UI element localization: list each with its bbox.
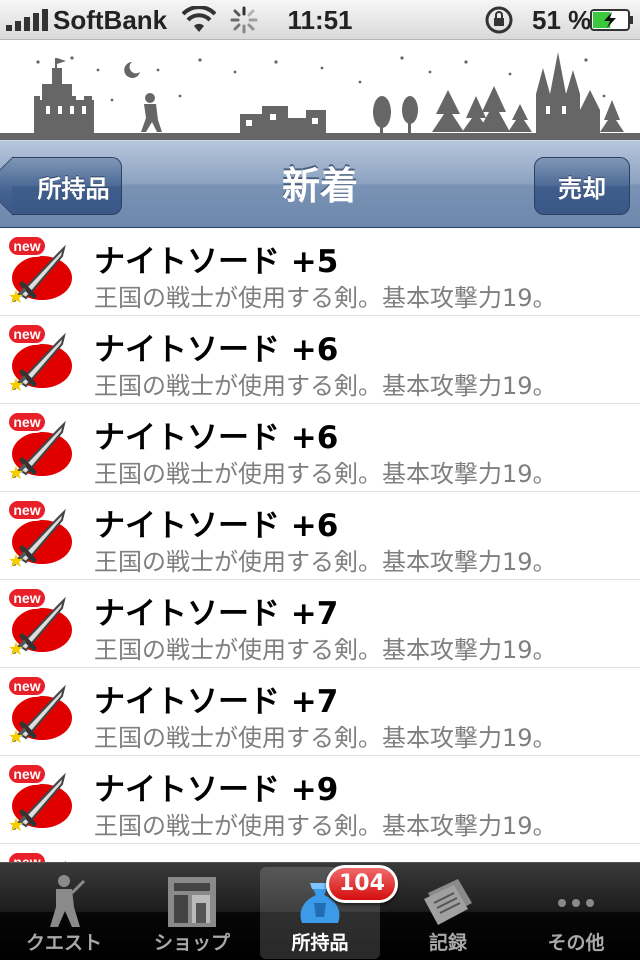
battery-charging-icon	[590, 9, 633, 31]
new-badge-text: new	[13, 238, 40, 254]
item-description: 王国の戦士が使用する剣。基本攻撃力19。	[94, 636, 557, 664]
tab-more[interactable]: その他	[516, 867, 636, 959]
navigation-bar: 所持品 新着 売却	[0, 140, 640, 228]
rotation-lock-icon	[485, 6, 513, 34]
sword-item-icon: new	[7, 587, 72, 655]
item-name: ナイトソード +6	[94, 420, 339, 456]
item-name: ナイトソード +9	[94, 772, 339, 808]
list-item[interactable]: new ナイトソード +7 王国の戦士が使用する剣。基本攻撃力19。	[0, 580, 640, 668]
item-description: 王国の戦士が使用する剣。基本攻撃力19。	[94, 548, 557, 576]
tab-label: その他	[547, 932, 605, 954]
item-description: 王国の戦士が使用する剣。基本攻撃力19。	[94, 284, 557, 312]
tab-quest[interactable]: クエスト	[4, 867, 124, 959]
tab-inventory[interactable]: 104 所持品	[260, 865, 398, 959]
item-description: 王国の戦士が使用する剣。基本攻撃力19。	[94, 812, 557, 840]
list-item[interactable]: new ナイトソード +6 王国の戦士が使用する剣。基本攻撃力19。	[0, 316, 640, 404]
tab-label: 所持品	[291, 932, 349, 954]
new-badge-text: new	[13, 414, 40, 430]
sword-item-icon: new	[7, 763, 72, 831]
back-button-wrapper: 所持品	[0, 141, 130, 229]
scenery-banner	[0, 40, 640, 140]
sell-button-label: 売却	[558, 174, 606, 203]
new-badge-text: new	[13, 590, 40, 606]
shop-icon	[168, 877, 216, 927]
new-badge-text: new	[13, 678, 40, 694]
tab-bar: クエスト ショップ 104 所持品 記録 その他	[0, 862, 640, 960]
sword-item-icon: new	[7, 675, 72, 743]
sell-button[interactable]: 売却	[534, 157, 630, 215]
item-name: ナイトソード +6	[94, 508, 339, 544]
list-item[interactable]: new ナイトソード +7 王国の戦士が使用する剣。基本攻撃力19。	[0, 668, 640, 756]
tab-label: ショップ	[153, 932, 230, 954]
item-name: ナイトソード +6	[94, 332, 339, 368]
item-name: ナイトソード +7	[94, 684, 339, 720]
item-name: ナイトソード +7	[94, 596, 339, 632]
new-badge-text: new	[13, 766, 40, 782]
item-description: 王国の戦士が使用する剣。基本攻撃力19。	[94, 724, 557, 752]
castle-skyline-illustration	[0, 52, 640, 140]
item-description: 王国の戦士が使用する剣。基本攻撃力19。	[94, 372, 557, 400]
more-icon	[558, 899, 594, 907]
battery-percent: 51 %	[532, 5, 592, 35]
sword-item-icon: new	[7, 411, 72, 479]
list-item[interactable]: new ナイトソード +5 王国の戦士が使用する剣。基本攻撃力19。	[0, 228, 640, 316]
item-description: 王国の戦士が使用する剣。基本攻撃力19。	[94, 460, 557, 488]
tab-records[interactable]: 記録	[388, 867, 508, 959]
list-item[interactable]: new ナイトソード +9 王国の戦士が使用する剣。基本攻撃力19。	[0, 756, 640, 844]
sword-item-icon: new	[7, 499, 72, 567]
knight-icon	[50, 875, 86, 927]
item-name: ナイトソード +5	[94, 244, 339, 280]
status-bar: SoftBank 11:51 51 %	[0, 0, 640, 40]
sword-item-icon: new	[7, 323, 72, 391]
tab-label: クエスト	[25, 932, 102, 954]
list-item[interactable]: new	[0, 844, 640, 863]
new-badge-text: new	[13, 502, 40, 518]
item-list[interactable]: new ナイトソード +5 王国の戦士が使用する剣。基本攻撃力19。 new ナイトソー…	[0, 228, 640, 863]
notebook-icon	[424, 879, 472, 925]
back-button-label: 所持品	[37, 174, 110, 203]
new-badge-text: new	[13, 326, 40, 342]
tab-shop[interactable]: ショップ	[132, 867, 252, 959]
list-item[interactable]: new ナイトソード +6 王国の戦士が使用する剣。基本攻撃力19。	[0, 404, 640, 492]
sword-item-icon: new	[7, 235, 72, 303]
tab-label: 記録	[428, 932, 467, 954]
list-item[interactable]: new ナイトソード +6 王国の戦士が使用する剣。基本攻撃力19。	[0, 492, 640, 580]
back-button[interactable]: 所持品	[12, 157, 122, 215]
